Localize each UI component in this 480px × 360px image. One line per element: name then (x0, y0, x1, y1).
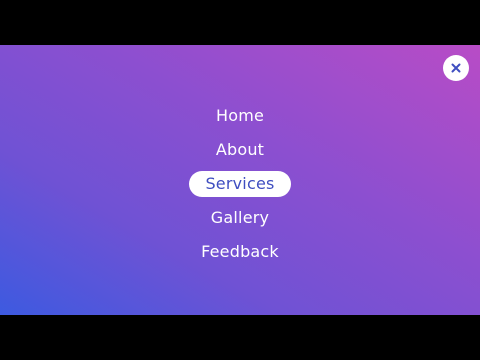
menu-item-home[interactable]: Home (200, 99, 280, 133)
menu-item-label[interactable]: Services (189, 171, 291, 197)
nav-menu: Home About Services Gallery Feedback (0, 99, 480, 269)
mobile-menu-overlay: Home About Services Gallery Feedback (0, 45, 480, 315)
menu-item-label[interactable]: Feedback (185, 239, 295, 265)
menu-item-services[interactable]: Services (189, 167, 291, 201)
menu-item-about[interactable]: About (200, 133, 280, 167)
close-button[interactable] (443, 55, 469, 81)
menu-item-label[interactable]: Gallery (195, 205, 285, 231)
close-icon (451, 63, 461, 73)
menu-item-label[interactable]: Home (200, 103, 280, 129)
menu-item-label[interactable]: About (200, 137, 280, 163)
menu-item-gallery[interactable]: Gallery (195, 201, 285, 235)
menu-item-feedback[interactable]: Feedback (185, 235, 295, 269)
